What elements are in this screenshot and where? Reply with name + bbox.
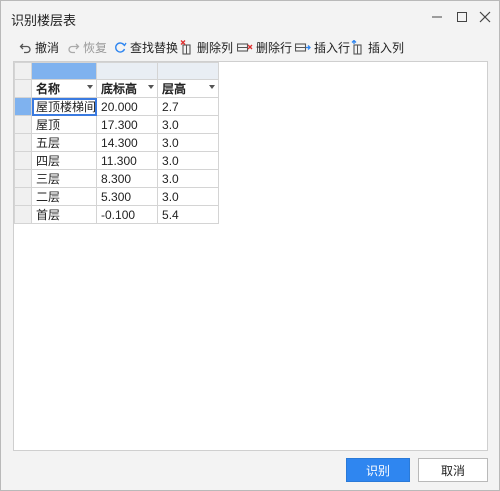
corner-cell[interactable] bbox=[14, 62, 32, 80]
table-cell[interactable]: 14.300 bbox=[96, 133, 159, 152]
row-selector[interactable] bbox=[14, 151, 32, 170]
table-cell[interactable]: 首层 bbox=[30, 205, 98, 224]
title-bar[interactable]: 识别楼层表 bbox=[1, 1, 499, 34]
table-cell[interactable]: 3.0 bbox=[157, 151, 220, 170]
filter-dropdown-icon[interactable] bbox=[209, 85, 216, 89]
table-cell[interactable]: 3.0 bbox=[157, 115, 220, 134]
header-base-elevation[interactable]: 底标高 bbox=[96, 79, 159, 98]
table-cell[interactable]: -0.100 bbox=[96, 205, 159, 224]
table-cell[interactable]: 5.300 bbox=[96, 187, 159, 206]
table-cell[interactable]: 三层 bbox=[30, 169, 98, 188]
row-selector[interactable] bbox=[14, 115, 32, 134]
filter-dropdown-icon[interactable] bbox=[87, 85, 94, 89]
table-cell[interactable]: 11.300 bbox=[96, 151, 159, 170]
insert-row-label: 插入行 bbox=[314, 40, 351, 55]
insert-column-button[interactable]: 插入列 bbox=[351, 38, 404, 56]
table-cell[interactable]: 8.300 bbox=[96, 169, 159, 188]
redo-label: 恢复 bbox=[83, 40, 108, 55]
find-replace-button[interactable]: 查找替换 bbox=[113, 38, 178, 56]
insert-row-icon bbox=[295, 41, 311, 54]
insert-row-button[interactable]: 插入行 bbox=[295, 38, 350, 56]
floor-table: 名称 底标高 层高 屋顶楼梯间 20.000 2.7 屋顶 17.300 3.0… bbox=[14, 62, 220, 224]
delete-row-icon bbox=[237, 41, 253, 54]
row-selector[interactable] bbox=[14, 205, 32, 224]
filter-dropdown-icon[interactable] bbox=[148, 85, 155, 89]
find-replace-label: 查找替换 bbox=[130, 40, 179, 55]
header-floor-height[interactable]: 层高 bbox=[157, 79, 220, 98]
row-selector[interactable] bbox=[14, 187, 32, 206]
toolbar: 撤消 恢复 查找替换 删除列 删除行 插入行 插入列 bbox=[13, 36, 488, 57]
table-row: 四层 11.300 3.0 bbox=[14, 151, 220, 170]
table-row: 二层 5.300 3.0 bbox=[14, 187, 220, 206]
column-selector-c[interactable] bbox=[157, 62, 220, 80]
insert-column-icon bbox=[351, 39, 365, 55]
insert-column-label: 插入列 bbox=[368, 40, 405, 55]
header-name[interactable]: 名称 bbox=[30, 79, 98, 98]
table-row: 屋顶楼梯间 20.000 2.7 bbox=[14, 97, 220, 116]
delete-column-label: 删除列 bbox=[197, 40, 234, 55]
redo-icon bbox=[67, 41, 80, 54]
undo-button[interactable]: 撤消 bbox=[19, 38, 59, 56]
cancel-button[interactable]: 取消 bbox=[418, 458, 488, 482]
row-selector[interactable] bbox=[14, 97, 32, 116]
close-icon[interactable] bbox=[475, 7, 495, 27]
table-area[interactable]: 名称 底标高 层高 屋顶楼梯间 20.000 2.7 屋顶 17.300 3.0… bbox=[13, 61, 488, 451]
table-cell[interactable]: 3.0 bbox=[157, 187, 220, 206]
table-cell[interactable]: 二层 bbox=[30, 187, 98, 206]
delete-row-button[interactable]: 删除行 bbox=[237, 38, 292, 56]
table-cell[interactable]: 3.0 bbox=[157, 133, 220, 152]
table-cell[interactable]: 17.300 bbox=[96, 115, 159, 134]
table-cell[interactable]: 四层 bbox=[30, 151, 98, 170]
column-selector-a[interactable] bbox=[30, 62, 98, 80]
delete-column-icon bbox=[180, 39, 194, 55]
delete-row-label: 删除行 bbox=[256, 40, 293, 55]
row-selector[interactable] bbox=[14, 169, 32, 188]
table-row: 屋顶 17.300 3.0 bbox=[14, 115, 220, 134]
row-selector[interactable] bbox=[14, 133, 32, 152]
table-cell[interactable]: 5.4 bbox=[157, 205, 220, 224]
table-cell[interactable]: 屋顶 bbox=[30, 115, 98, 134]
header-row: 名称 底标高 层高 bbox=[14, 79, 220, 98]
column-selector-row bbox=[14, 62, 220, 80]
undo-label: 撤消 bbox=[35, 40, 60, 55]
dialog-window: 识别楼层表 撤消 恢复 查找替换 删除列 删除行 插入行 插入列 名称 底标高 … bbox=[0, 0, 500, 491]
table-row: 五层 14.300 3.0 bbox=[14, 133, 220, 152]
table-row: 首层 -0.100 5.4 bbox=[14, 205, 220, 224]
redo-button[interactable]: 恢复 bbox=[67, 38, 107, 56]
delete-column-button[interactable]: 删除列 bbox=[180, 38, 233, 56]
table-cell[interactable]: 2.7 bbox=[157, 97, 220, 116]
table-cell[interactable]: 屋顶楼梯间 bbox=[30, 97, 98, 116]
recognize-button[interactable]: 识别 bbox=[346, 458, 410, 482]
maximize-icon[interactable] bbox=[452, 7, 472, 27]
find-replace-icon bbox=[113, 40, 127, 54]
table-row: 三层 8.300 3.0 bbox=[14, 169, 220, 188]
table-cell[interactable]: 五层 bbox=[30, 133, 98, 152]
dialog-title: 识别楼层表 bbox=[11, 13, 77, 28]
minimize-icon[interactable] bbox=[427, 7, 447, 27]
undo-icon bbox=[19, 41, 32, 54]
row-selector-header[interactable] bbox=[14, 79, 32, 98]
table-cell[interactable]: 20.000 bbox=[96, 97, 159, 116]
table-cell[interactable]: 3.0 bbox=[157, 169, 220, 188]
column-selector-b[interactable] bbox=[96, 62, 159, 80]
